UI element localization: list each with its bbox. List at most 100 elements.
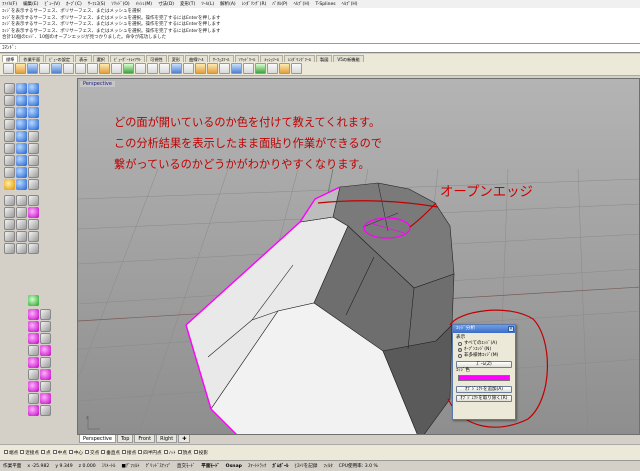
rotate-icon[interactable] [28, 195, 39, 206]
trim-icon[interactable] [28, 179, 39, 190]
zoom-icon[interactable] [135, 63, 146, 74]
cplane-icon[interactable] [183, 63, 194, 74]
osnap-mid[interactable]: 中点 [52, 450, 67, 456]
menu-solid[interactable]: ｿﾘｯﾄﾞ(O) [111, 1, 129, 7]
tab-right[interactable]: Right [156, 435, 178, 443]
tab-transform[interactable]: 変形 [167, 55, 185, 62]
light-bulb-icon[interactable] [207, 63, 218, 74]
options-icon[interactable] [255, 63, 266, 74]
tsplines-fill-hole-icon[interactable] [40, 381, 51, 392]
tab-drafting[interactable]: 製図 [316, 55, 333, 62]
paste-icon[interactable] [87, 63, 98, 74]
shell-icon[interactable] [16, 155, 27, 166]
tsplines-sphere-icon[interactable] [28, 321, 39, 332]
tab-surface-tools[interactable]: ｻｰﾌｪｽﾂｰﾙ [208, 55, 234, 62]
add-view-tab-icon[interactable]: ✚ [178, 435, 191, 443]
menu-curve[interactable]: ｶｰﾌﾞ(C) [66, 1, 82, 7]
dimension-icon[interactable] [16, 219, 27, 230]
tab-cplanes[interactable]: 作業平面 [19, 55, 45, 62]
tab-display[interactable]: 表示 [75, 55, 92, 62]
tsplines-pipe-icon[interactable] [28, 405, 39, 416]
tsplines-crease-icon[interactable] [40, 345, 51, 356]
tab-curve-tools[interactable]: 曲線ﾂｰﾙ [185, 55, 208, 62]
zoom-window-icon[interactable] [147, 63, 158, 74]
undo-icon[interactable] [99, 63, 110, 74]
status-history[interactable]: ﾋｽﾄﾘを記録 [294, 463, 317, 469]
boolean-union-icon[interactable] [16, 143, 27, 154]
layer-icon[interactable] [195, 63, 206, 74]
scripts-icon[interactable] [291, 63, 302, 74]
extrude-icon[interactable] [16, 107, 27, 118]
status-filter[interactable]: ﾌｨﾙﾀ [323, 463, 332, 469]
remove-objects-button[interactable]: ｵﾌﾞｼﾞｪｸﾄを取り除く(R) [456, 395, 512, 402]
scale-icon[interactable] [4, 207, 15, 218]
import-icon[interactable] [51, 63, 62, 74]
menu-view[interactable]: ﾋﾞｭｰ(V) [44, 1, 60, 7]
command-history[interactable]: ｴｯｼﾞを表示するサーフェス、ポリサーフェス、またはメッシュを選択 ｴｯｼﾞを表… [0, 8, 640, 44]
osnap-center[interactable]: 中心 [68, 450, 83, 456]
four-views-icon[interactable] [171, 63, 182, 74]
menu-file[interactable]: ﾌｧｲﾙ(F) [2, 1, 17, 7]
text-icon[interactable] [4, 179, 15, 190]
menu-transform[interactable]: 変形(T) [180, 1, 195, 7]
osnap-perp[interactable]: 垂直点 [101, 450, 120, 456]
tsplines-box-icon[interactable] [28, 309, 39, 320]
menu-analyze[interactable]: 解析(A) [220, 1, 236, 7]
split-icon[interactable] [16, 179, 27, 190]
render-icon[interactable] [231, 63, 242, 74]
tab-render-tools[interactable]: ﾚﾝﾀﾞﾘﾝｸﾞﾂｰﾙ [283, 55, 316, 62]
tsplines-delete-icon[interactable] [40, 357, 51, 368]
lock-icon[interactable] [4, 243, 15, 254]
close-icon[interactable]: ✕ [508, 326, 514, 332]
zoom-button[interactable]: ｽﾞｰﾑ(Z) [456, 361, 512, 368]
tab-perspective[interactable]: Perspective [79, 435, 116, 443]
osnap-project[interactable]: 投影 [193, 450, 208, 456]
arc-icon[interactable] [4, 155, 15, 166]
tsplines-thicken-icon[interactable] [40, 393, 51, 404]
menu-tsplines[interactable]: T-Splines [315, 2, 335, 7]
status-osnap[interactable]: Osnap [226, 464, 242, 469]
tsplines-convert-icon[interactable] [40, 369, 51, 380]
move-icon[interactable] [4, 195, 15, 206]
tsplines-bridge-icon[interactable] [40, 333, 51, 344]
tab-viewport-layout[interactable]: ﾋﾞｭｰﾎﾟｰﾄﾚｲｱｳﾄ [109, 55, 146, 62]
status-ortho[interactable]: 直交ﾓｰﾄﾞ [177, 463, 195, 469]
menu-help-2[interactable]: ﾍﾙﾌﾟ(H) [342, 1, 358, 7]
open-folder-icon[interactable] [15, 63, 26, 74]
osnap-point[interactable]: 点 [41, 450, 51, 456]
copy-icon[interactable] [75, 63, 86, 74]
loft-icon[interactable] [16, 119, 27, 130]
group-icon[interactable] [4, 231, 15, 242]
osnap-intersection[interactable]: 交点 [85, 450, 99, 456]
tsplines-match-icon[interactable] [28, 393, 39, 404]
sweep-icon[interactable] [28, 119, 39, 130]
curve-icon[interactable] [4, 131, 15, 142]
osnap-tan[interactable]: 接点 [122, 450, 136, 456]
rotate-view-icon[interactable] [123, 63, 134, 74]
cylinder-icon[interactable] [16, 95, 27, 106]
cut-icon[interactable] [63, 63, 74, 74]
osnap-near[interactable]: 近接点 [20, 450, 39, 456]
properties-icon[interactable] [243, 63, 254, 74]
circle-icon[interactable] [4, 143, 15, 154]
contour-icon[interactable] [28, 243, 39, 254]
array-icon[interactable] [4, 219, 15, 230]
select-arrow-icon[interactable] [4, 83, 15, 94]
tsplines-weld-icon[interactable] [28, 345, 39, 356]
tsplines-subdivide-icon[interactable] [28, 381, 39, 392]
sphere-icon[interactable] [16, 83, 27, 94]
add-objects-button[interactable]: ｵﾌﾞｼﾞｪｸﾄを追加(A) [456, 386, 512, 393]
tsplines-plane-icon[interactable] [40, 309, 51, 320]
menu-surface[interactable]: ｻｰﾌｪｽ(S) [88, 1, 106, 7]
menu-edit[interactable]: 編集(E) [23, 1, 38, 7]
box-icon[interactable] [28, 83, 39, 94]
polyline-icon[interactable] [4, 119, 15, 130]
revolve-icon[interactable] [28, 107, 39, 118]
hide-icon[interactable] [28, 231, 39, 242]
fillet-edge-icon[interactable] [28, 143, 39, 154]
point-icon[interactable] [4, 95, 15, 106]
block-icon[interactable] [16, 231, 27, 242]
cone-icon[interactable] [28, 95, 39, 106]
shade-icon[interactable] [219, 63, 230, 74]
viewport-title[interactable]: Perspective [80, 81, 115, 87]
